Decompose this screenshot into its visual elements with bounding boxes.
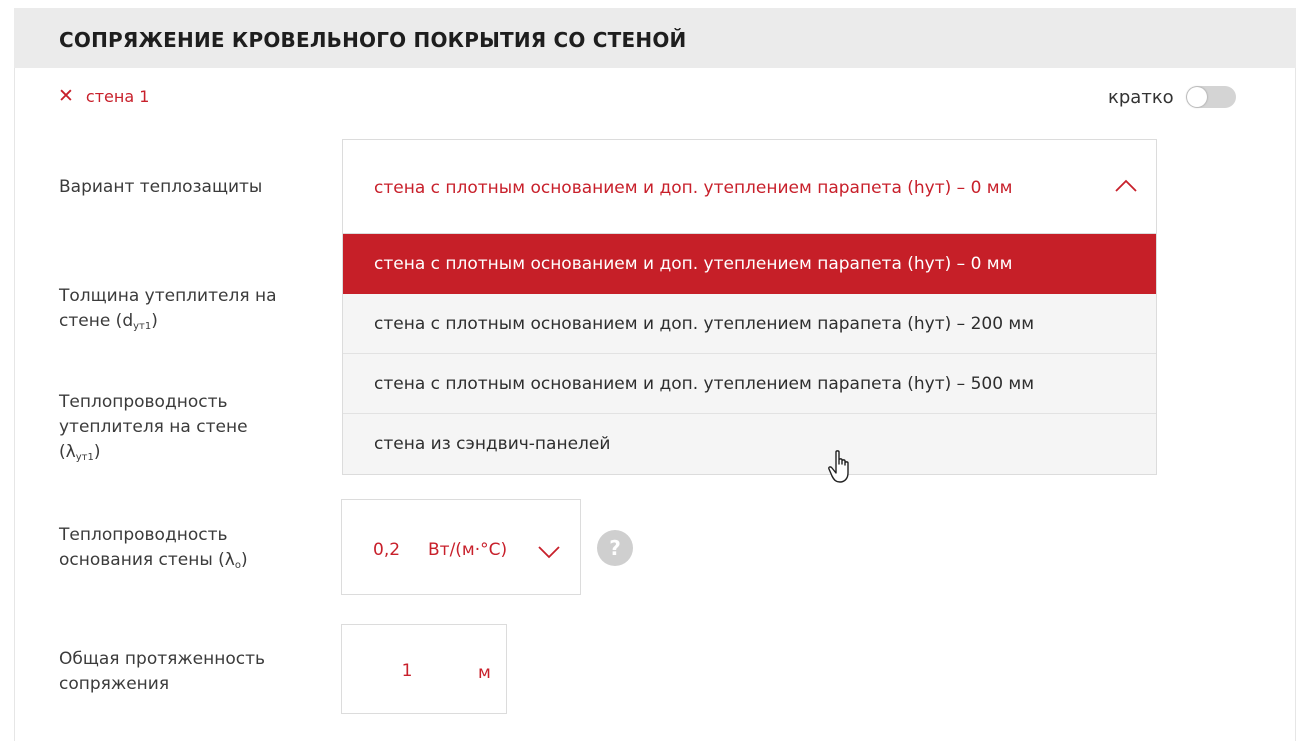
close-icon[interactable]: ✕ — [58, 86, 74, 106]
dropdown-option[interactable]: стена с плотным основанием и доп. утепле… — [343, 294, 1156, 354]
label-end: ) — [151, 311, 158, 331]
section-header: СОПРЯЖЕНИЕ КРОВЕЛЬНОГО ПОКРЫТИЯ СО СТЕНО… — [14, 8, 1296, 68]
base-conductivity-select[interactable]: 0,2 Вт/(м·°С) — [341, 499, 581, 595]
label-line: стене (d — [59, 311, 134, 331]
chevron-up-icon[interactable] — [1114, 178, 1138, 194]
base-conductivity-label: Теплопроводность основания стены (λо) — [59, 523, 248, 578]
insulation-thickness-label: Толщина утеплителя на стене (dут1) — [59, 284, 277, 339]
help-icon[interactable]: ? — [597, 530, 633, 566]
dropdown-option[interactable]: стена с плотным основанием и доп. утепле… — [343, 354, 1156, 414]
insulation-conductivity-label: Теплопроводность утеплителя на стене (λу… — [59, 390, 248, 470]
label-line: основания стены (λ — [59, 550, 235, 570]
label-end: ) — [93, 442, 101, 462]
junction-length-input[interactable] — [372, 661, 442, 681]
base-conductivity-value: 0,2 — [373, 540, 401, 560]
label-line: Общая протяженность — [59, 649, 266, 669]
section-title: СОПРЯЖЕНИЕ КРОВЕЛЬНОГО ПОКРЫТИЯ СО СТЕНО… — [59, 28, 687, 52]
thermal-protection-select[interactable]: стена с плотным основанием и доп. утепле… — [342, 139, 1157, 233]
dropdown-option[interactable]: стена из сэндвич-панелей — [343, 414, 1156, 474]
dropdown-option[interactable]: стена с плотным основанием и доп. утепле… — [343, 234, 1156, 294]
thermal-protection-label-text: Вариант теплозащиты — [59, 177, 263, 197]
label-subscript: ут1 — [75, 452, 94, 463]
brief-toggle[interactable] — [1185, 86, 1236, 108]
junction-length-field[interactable]: м — [341, 624, 507, 714]
brief-label: кратко — [1108, 86, 1174, 108]
base-conductivity-unit: Вт/(м·°С) — [428, 540, 508, 560]
label-line: Теплопроводность — [59, 525, 228, 545]
chevron-down-icon[interactable] — [537, 544, 561, 560]
label-line: сопряжения — [59, 674, 170, 694]
label-subscript: ут1 — [133, 321, 152, 332]
label-line: (λ — [59, 442, 76, 462]
thermal-protection-label: Вариант теплозащиты — [59, 175, 262, 200]
wall-label[interactable]: стена 1 — [86, 87, 150, 106]
junction-length-label: Общая протяженность сопряжения — [59, 647, 265, 697]
wall-tab[interactable]: ✕ стена 1 — [58, 86, 149, 106]
label-line: Теплопроводность — [59, 392, 228, 412]
label-end: ) — [240, 550, 248, 570]
toggle-knob — [1186, 87, 1207, 107]
label-line: Толщина утеплителя на — [59, 286, 277, 306]
thermal-protection-selected-value: стена с плотным основанием и доп. утепле… — [374, 178, 1013, 198]
brief-toggle-group: кратко — [1108, 86, 1236, 108]
junction-length-unit: м — [478, 663, 491, 683]
thermal-protection-dropdown: стена с плотным основанием и доп. утепле… — [342, 233, 1157, 475]
label-line: утеплителя на стене — [59, 417, 248, 437]
hand-pointer-icon — [828, 450, 849, 483]
